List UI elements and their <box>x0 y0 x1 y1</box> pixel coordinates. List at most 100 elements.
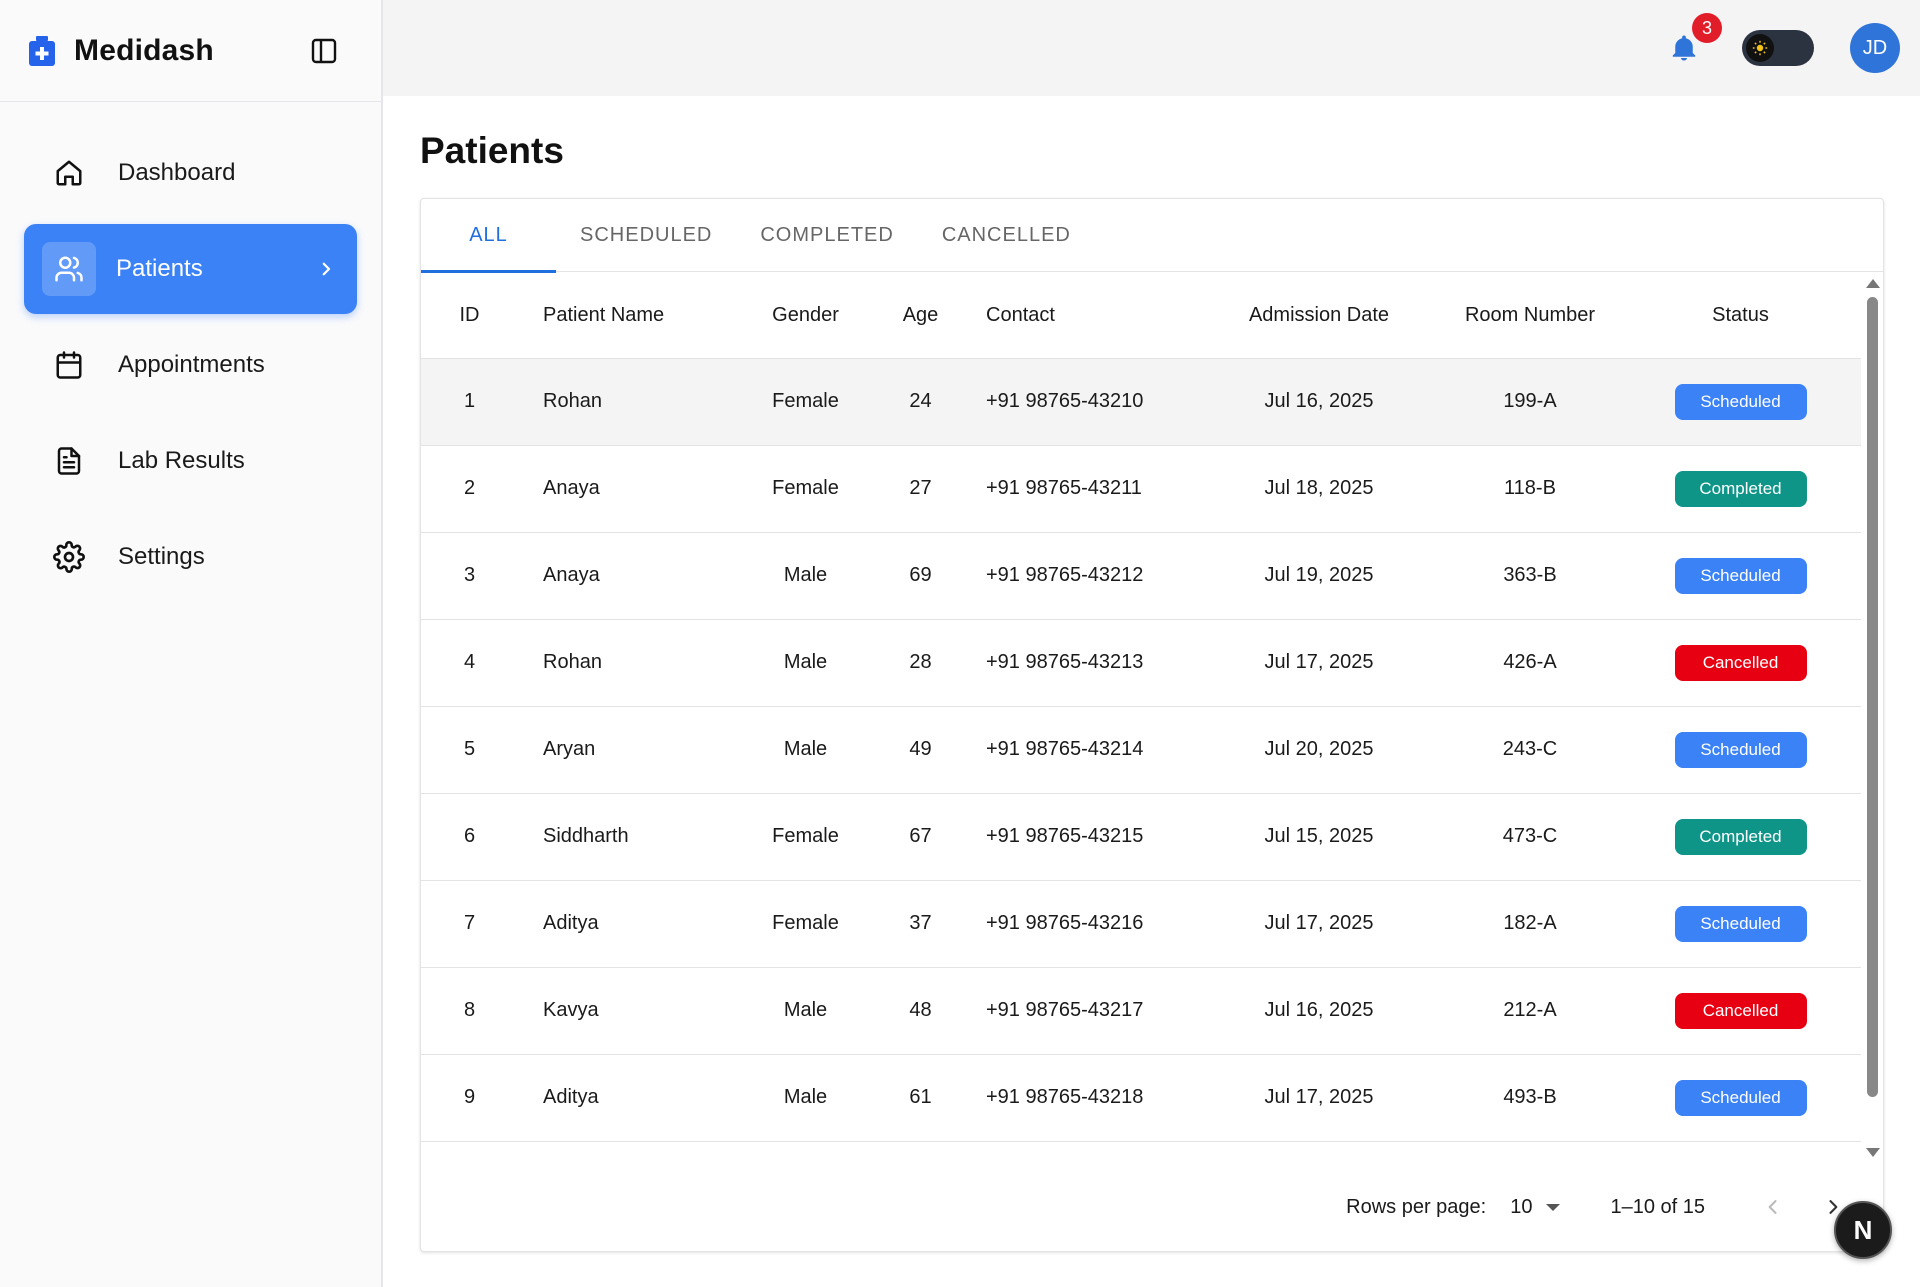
cell-gender: Male <box>738 619 873 707</box>
theme-toggle[interactable] <box>1742 30 1814 66</box>
column-header-status[interactable]: Status <box>1620 273 1861 359</box>
sidebar-item-dashboard[interactable]: Dashboard <box>24 128 357 218</box>
cell-empty <box>1198 1141 1440 1163</box>
status-badge: Completed <box>1674 818 1807 855</box>
sidebar-toggle-button[interactable] <box>307 34 341 68</box>
table-row[interactable]: 5 Aryan Male 49 +91 98765-43214 Jul 20, 2025 2… <box>421 706 1861 794</box>
tab-cancelled[interactable]: CANCELLED <box>918 199 1095 272</box>
sidebar-panel-icon <box>311 38 337 63</box>
column-header-contact[interactable]: Contact <box>968 273 1198 359</box>
cell-contact: +91 98765-43214 <box>968 706 1198 794</box>
table-row[interactable]: 2 Anaya Female 27 +91 98765-43211 Jul 18, 202… <box>421 445 1861 533</box>
cell-room: 118-B <box>1440 445 1620 533</box>
cell-gender: Female <box>738 445 873 533</box>
table-row[interactable]: 3 Anaya Male 69 +91 98765-43212 Jul 19, 2025 3… <box>421 532 1861 620</box>
table-row[interactable]: 9 Aditya Male 61 +91 98765-43218 Jul 17, 2025… <box>421 1054 1861 1142</box>
cell-id: 5 <box>421 706 518 794</box>
tab-all[interactable]: ALL <box>421 199 556 273</box>
cell-gender: Female <box>738 358 873 446</box>
cell-gender: Female <box>738 880 873 968</box>
column-header-id[interactable]: ID <box>421 273 518 359</box>
cell-age: 49 <box>873 706 968 794</box>
cell-id: 3 <box>421 532 518 620</box>
sidebar-item-label: Lab Results <box>118 447 245 474</box>
scroll-thumb[interactable] <box>1867 297 1878 1097</box>
cell-gender: Male <box>738 532 873 620</box>
cell-gender: Male <box>738 1054 873 1142</box>
gear-icon <box>52 540 86 574</box>
table-row[interactable] <box>421 1141 1861 1163</box>
cell-room: 363-B <box>1440 532 1620 620</box>
table-scrollbar[interactable] <box>1861 273 1883 1163</box>
calendar-icon <box>52 348 86 382</box>
cell-date: Jul 18, 2025 <box>1198 445 1440 533</box>
sun-icon <box>1746 34 1774 62</box>
cell-empty <box>518 1141 738 1163</box>
cell-room: 473-C <box>1440 793 1620 881</box>
brand-name: Medidash <box>74 33 214 67</box>
column-header-room-number[interactable]: Room Number <box>1440 273 1620 359</box>
cell-name: Aditya <box>518 1054 738 1142</box>
cell-contact: +91 98765-43216 <box>968 880 1198 968</box>
table-scroll-area[interactable]: ID Patient Name Gender Age Contact Admis… <box>421 273 1861 1163</box>
cell-age: 24 <box>873 358 968 446</box>
table-row[interactable]: 8 Kavya Male 48 +91 98765-43217 Jul 16, 2025 2… <box>421 967 1861 1055</box>
sidebar-item-label: Appointments <box>118 351 265 378</box>
cell-name: Rohan <box>518 358 738 446</box>
page-title: Patients <box>420 130 564 171</box>
column-header-age[interactable]: Age <box>873 273 968 359</box>
cell-room: 199-A <box>1440 358 1620 446</box>
cell-empty <box>1440 1141 1620 1163</box>
cell-id: 1 <box>421 358 518 446</box>
cell-room: 426-A <box>1440 619 1620 707</box>
floating-action-button[interactable]: N <box>1834 1201 1892 1259</box>
cell-gender: Male <box>738 967 873 1055</box>
cell-contact: +91 98765-43215 <box>968 793 1198 881</box>
user-avatar[interactable]: JD <box>1850 23 1900 73</box>
column-header-admission-date[interactable]: Admission Date <box>1198 273 1440 359</box>
cell-contact: +91 98765-43217 <box>968 967 1198 1055</box>
table-row[interactable]: 7 Aditya Female 37 +91 98765-43216 Jul 17, 20… <box>421 880 1861 968</box>
cell-status: Completed <box>1620 445 1861 533</box>
cell-room: 182-A <box>1440 880 1620 968</box>
cell-age: 67 <box>873 793 968 881</box>
table-body: 1 Rohan Female 24 +91 98765-43210 Jul 16, 202… <box>421 358 1861 1163</box>
cell-date: Jul 19, 2025 <box>1198 532 1440 620</box>
top-bar: 3 JD <box>383 0 1920 96</box>
sidebar-item-appointments[interactable]: Appointments <box>24 320 357 410</box>
table-row[interactable]: 6 Siddharth Female 67 +91 98765-43215 Jul 15,… <box>421 793 1861 881</box>
tab-completed[interactable]: COMPLETED <box>736 199 917 272</box>
cell-age: 61 <box>873 1054 968 1142</box>
column-header-patient-name[interactable]: Patient Name <box>518 273 738 359</box>
scroll-up-arrow-icon[interactable] <box>1866 279 1880 288</box>
status-badge: Cancelled <box>1674 644 1807 681</box>
cell-name: Aryan <box>518 706 738 794</box>
sidebar-item-patients[interactable]: Patients <box>24 224 357 314</box>
cell-id: 6 <box>421 793 518 881</box>
cell-empty <box>968 1141 1198 1163</box>
cell-id: 7 <box>421 880 518 968</box>
cell-date: Jul 17, 2025 <box>1198 1054 1440 1142</box>
cell-contact: +91 98765-43213 <box>968 619 1198 707</box>
scroll-down-arrow-icon[interactable] <box>1866 1148 1880 1157</box>
cell-room: 243-C <box>1440 706 1620 794</box>
tab-scheduled[interactable]: SCHEDULED <box>556 199 736 272</box>
notifications-button[interactable]: 3 <box>1664 13 1722 68</box>
cell-date: Jul 16, 2025 <box>1198 358 1440 446</box>
cell-date: Jul 17, 2025 <box>1198 619 1440 707</box>
table-row[interactable]: 1 Rohan Female 24 +91 98765-43210 Jul 16, 202… <box>421 358 1861 446</box>
previous-page-button[interactable] <box>1753 1187 1793 1227</box>
cell-contact: +91 98765-43210 <box>968 358 1198 446</box>
table-row[interactable]: 4 Rohan Male 28 +91 98765-43213 Jul 17, 2025 4… <box>421 619 1861 707</box>
cell-name: Anaya <box>518 532 738 620</box>
sidebar-item-lab-results[interactable]: Lab Results <box>24 416 357 506</box>
sidebar: Medidash Dashboard Patients Appointments… <box>0 0 383 1287</box>
sidebar-item-settings[interactable]: Settings <box>24 512 357 602</box>
cell-status: Scheduled <box>1620 1054 1861 1142</box>
cell-empty <box>873 1141 968 1163</box>
cell-status: Scheduled <box>1620 358 1861 446</box>
rows-per-page-select[interactable]: 10 <box>1510 1196 1561 1219</box>
column-header-gender[interactable]: Gender <box>738 273 873 359</box>
table-header-row: ID Patient Name Gender Age Contact Admis… <box>421 273 1861 359</box>
cell-date: Jul 15, 2025 <box>1198 793 1440 881</box>
